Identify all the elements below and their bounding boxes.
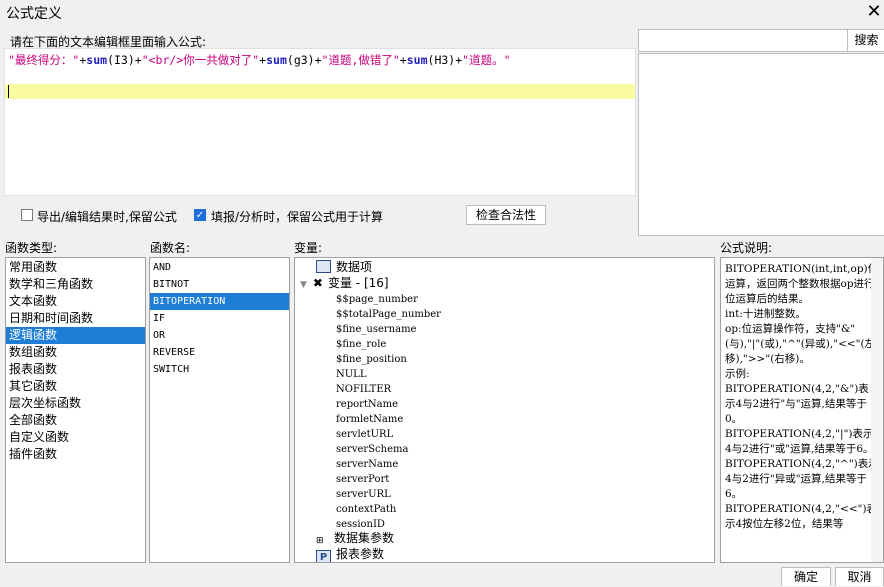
- formula-token: (g3)+: [286, 53, 322, 67]
- fill-keep-formula-label: 填报/分析时，保留公式用于计算: [211, 210, 384, 224]
- window-title: 公式定义: [6, 6, 62, 22]
- func-name-item[interactable]: AND: [150, 259, 289, 276]
- func-name-item[interactable]: SWITCH: [150, 361, 289, 378]
- tree-node-report-params[interactable]: P 报表参数: [316, 547, 384, 562]
- current-line-highlight: [5, 84, 635, 99]
- tree-node-variables[interactable]: ▼ ✖ 变量 - [16]: [300, 276, 389, 291]
- func-type-item[interactable]: 常用函数: [6, 259, 145, 276]
- tree-node-dataset-params[interactable]: ⊞ 数据集参数: [316, 531, 394, 546]
- func-type-item[interactable]: 日期和时间函数: [6, 310, 145, 327]
- parameter-icon: P: [316, 550, 331, 562]
- title-bar: 公式定义 ✕: [0, 0, 884, 24]
- func-name-list[interactable]: AND BITNOT BITOPERATION IF OR REVERSE SWITCH: [149, 257, 290, 563]
- description-scrollbar[interactable]: [871, 258, 883, 562]
- func-type-item[interactable]: 文本函数: [6, 293, 145, 310]
- func-type-item[interactable]: 数组函数: [6, 344, 145, 361]
- formula-token: "最终得分：": [8, 53, 80, 67]
- formula-text: "最终得分："+sum(I3)+"<br/>你一共做对了"+sum(g3)+"道…: [8, 52, 511, 68]
- formula-token: sum: [86, 53, 108, 67]
- variable-item[interactable]: contextPath: [336, 502, 396, 517]
- formula-token: (I3)+: [107, 53, 142, 67]
- func-type-item[interactable]: 全部函数: [6, 412, 145, 429]
- func-type-item[interactable]: 数学和三角函数: [6, 276, 145, 293]
- search-button[interactable]: 搜索: [847, 29, 884, 52]
- dataset-param-icon: ⊞: [316, 536, 324, 546]
- variable-item[interactable]: servletURL: [336, 427, 393, 442]
- variable-item[interactable]: $$totalPage_number: [336, 307, 441, 322]
- formula-token: "道题。": [462, 53, 511, 67]
- description-panel: BITOPERATION(int,int,op)位运算，返回两个整数根据op进行…: [720, 257, 884, 563]
- func-name-item[interactable]: OR: [150, 327, 289, 344]
- variable-item[interactable]: NULL: [336, 367, 366, 382]
- formula-token: (H3)+: [427, 53, 463, 67]
- variable-item[interactable]: serverPort: [336, 472, 389, 487]
- text-caret: [8, 85, 9, 98]
- formula-token: +: [399, 53, 407, 67]
- export-keep-formula-label: 导出/编辑结果时,保留公式: [37, 210, 177, 224]
- fill-keep-formula-checkbox[interactable]: ✓: [194, 209, 206, 221]
- variable-item[interactable]: $fine_role: [336, 337, 386, 352]
- description-text: BITOPERATION(int,int,op)位运算，返回两个整数根据op进行…: [725, 263, 879, 530]
- dataset-params-label: 数据集参数: [334, 531, 395, 545]
- report-params-label: 报表参数: [336, 547, 385, 561]
- func-type-item[interactable]: 自定义函数: [6, 429, 145, 446]
- formula-token: sum: [406, 53, 428, 67]
- variable-label: 变量:: [294, 241, 323, 255]
- func-name-label: 函数名:: [150, 241, 191, 255]
- func-type-label: 函数类型:: [5, 241, 58, 255]
- func-name-item[interactable]: BITOPERATION: [150, 293, 289, 310]
- func-type-list[interactable]: 常用函数 数学和三角函数 文本函数 日期和时间函数 逻辑函数 数组函数 报表函数 其它函数 层次…: [5, 257, 146, 563]
- variable-item[interactable]: sessionID: [336, 517, 385, 532]
- description-label: 公式说明:: [720, 241, 773, 255]
- variable-item[interactable]: $fine_position: [336, 352, 407, 367]
- func-name-item[interactable]: BITNOT: [150, 276, 289, 293]
- cancel-button[interactable]: 取消: [835, 567, 884, 586]
- variable-item[interactable]: NOFILTER: [336, 382, 391, 397]
- variable-item[interactable]: serverName: [336, 457, 398, 472]
- search-results-box[interactable]: [638, 53, 884, 236]
- variable-item[interactable]: reportName: [336, 397, 398, 412]
- formula-token: sum: [266, 53, 287, 67]
- func-type-item[interactable]: 报表函数: [6, 361, 145, 378]
- variable-item[interactable]: formletName: [336, 412, 403, 427]
- export-keep-formula-checkbox[interactable]: [21, 209, 33, 221]
- variables-group-label: 变量 - [16]: [327, 276, 389, 290]
- tree-node-data-item[interactable]: 数据项: [316, 260, 372, 275]
- func-type-item[interactable]: 层次坐标函数: [6, 395, 145, 412]
- variable-item[interactable]: $$page_number: [336, 292, 418, 307]
- data-item-label: 数据项: [336, 260, 373, 274]
- validate-button[interactable]: 检查合法性: [466, 205, 546, 225]
- formula-token: "道题,做错了": [321, 53, 400, 67]
- chevron-down-icon[interactable]: ▼: [300, 280, 307, 290]
- ok-button[interactable]: 确定: [781, 567, 831, 586]
- formula-token: "<br/>你一共做对了": [141, 53, 260, 67]
- close-icon[interactable]: ✕: [864, 0, 884, 24]
- variable-item[interactable]: serverURL: [336, 487, 391, 502]
- func-type-item[interactable]: 逻辑函数: [6, 327, 145, 344]
- variable-tree[interactable]: 数据项 ▼ ✖ 变量 - [16] $$page_number $$totalPage…: [294, 257, 715, 563]
- table-icon: [316, 260, 331, 273]
- search-input[interactable]: [638, 29, 849, 52]
- formula-editor[interactable]: "最终得分："+sum(I3)+"<br/>你一共做对了"+sum(g3)+"道…: [4, 48, 636, 196]
- variable-item[interactable]: $fine_username: [336, 322, 416, 337]
- func-type-item[interactable]: 其它函数: [6, 378, 145, 395]
- func-name-item[interactable]: REVERSE: [150, 344, 289, 361]
- variable-item[interactable]: serverSchema: [336, 442, 408, 457]
- func-type-item[interactable]: 插件函数: [6, 446, 145, 463]
- func-name-item[interactable]: IF: [150, 310, 289, 327]
- variable-icon: ✖: [312, 276, 323, 290]
